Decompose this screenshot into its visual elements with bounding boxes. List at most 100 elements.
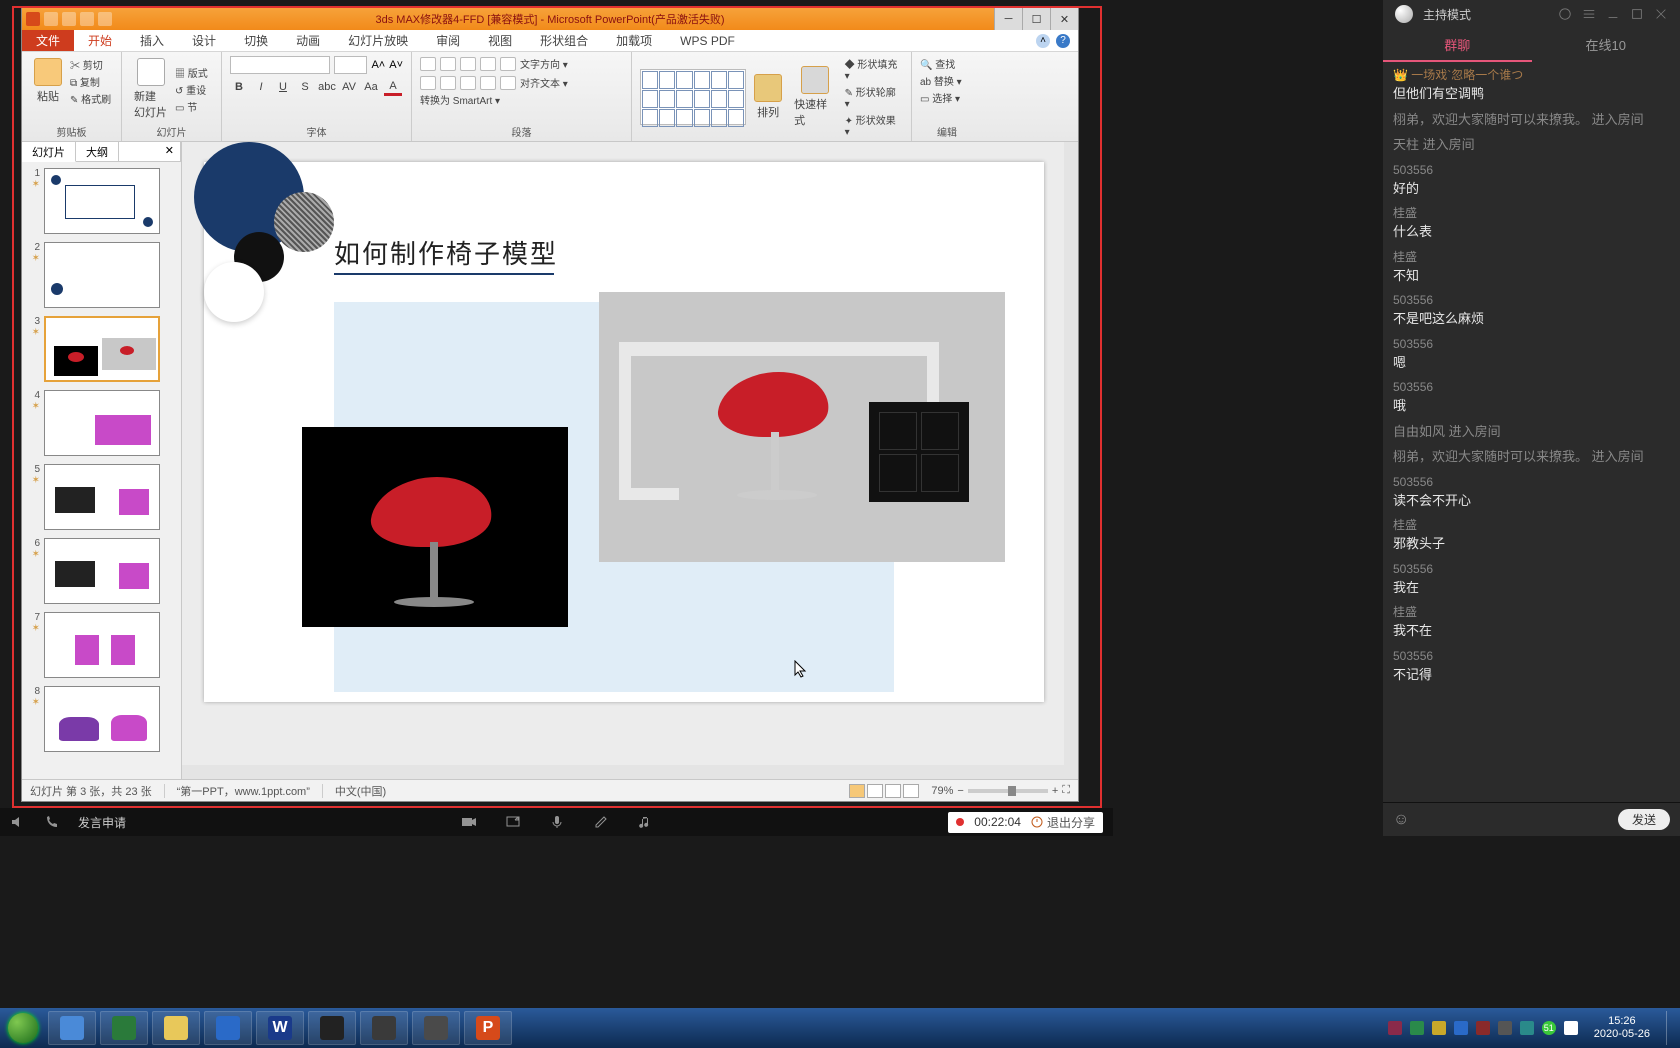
qat-dropdown-icon[interactable] (98, 12, 112, 26)
find-button[interactable]: 🔍 查找 (920, 56, 974, 71)
send-button[interactable]: 发送 (1618, 809, 1670, 830)
tray-icon[interactable] (1520, 1021, 1534, 1035)
start-button[interactable] (0, 1008, 46, 1048)
align-left-button[interactable] (420, 76, 436, 90)
shadow-button[interactable]: abc (318, 78, 336, 96)
phone-icon[interactable] (44, 814, 60, 830)
taskbar-app-6[interactable] (308, 1011, 356, 1045)
tab-file[interactable]: 文件 (22, 30, 74, 51)
shrink-font-icon[interactable]: A˅ (389, 59, 403, 71)
bold-button[interactable]: B (230, 78, 248, 96)
taskbar-app-5[interactable]: W (256, 1011, 304, 1045)
indent-inc-button[interactable] (480, 57, 496, 71)
zoom-out-button[interactable]: − (957, 785, 963, 797)
tray-icon[interactable] (1476, 1021, 1490, 1035)
undo-icon[interactable] (62, 12, 76, 26)
font-family-dropdown[interactable] (230, 56, 330, 74)
slide-editor[interactable]: 如何制作椅子模型 (182, 142, 1078, 779)
camera-icon[interactable] (461, 814, 477, 830)
slide-thumbnail[interactable]: 8✶ (28, 686, 175, 752)
tray-volume-icon[interactable] (1564, 1021, 1578, 1035)
shapes-gallery[interactable] (640, 69, 746, 125)
new-slide-button[interactable]: 新建 幻灯片 (130, 56, 171, 122)
screen-icon[interactable] (505, 814, 521, 830)
numbering-button[interactable] (440, 57, 456, 71)
tab-outline[interactable]: 大纲 (76, 142, 119, 161)
music-icon[interactable] (637, 814, 653, 830)
grow-font-icon[interactable]: A˄ (371, 59, 385, 71)
line-spacing-button[interactable] (500, 57, 516, 71)
copy-button[interactable]: ⧉ 复制 (70, 74, 111, 89)
speaker-icon[interactable] (10, 814, 26, 830)
strike-button[interactable]: S (296, 78, 314, 96)
view-normal-button[interactable] (849, 784, 865, 798)
text-direction-button[interactable]: 文字方向 ▾ (520, 56, 568, 71)
tab-online[interactable]: 在线10 (1532, 28, 1680, 62)
taskbar-app-powerpoint[interactable]: P (464, 1011, 512, 1045)
minimize-icon[interactable] (1606, 7, 1620, 21)
maximize-icon[interactable] (1630, 7, 1644, 21)
shape-outline-button[interactable]: ✎ 形状轮廓 ▾ (845, 84, 903, 110)
tab-slideshow[interactable]: 幻灯片放映 (334, 30, 422, 51)
fit-window-button[interactable]: ⛶ (1062, 784, 1070, 797)
zoom-slider[interactable] (968, 789, 1048, 793)
columns-button[interactable] (500, 76, 516, 90)
bullets-button[interactable] (420, 57, 436, 71)
tab-addins[interactable]: 加载项 (602, 30, 666, 51)
slide-thumbnail[interactable]: 4✶ (28, 390, 175, 456)
tray-icon[interactable]: 51 (1542, 1021, 1556, 1035)
paste-button[interactable]: 粘贴 (30, 56, 66, 106)
slide-image-right[interactable] (599, 292, 1005, 562)
layout-button[interactable]: ▦ 版式 (175, 65, 208, 80)
taskbar-app-7[interactable] (360, 1011, 408, 1045)
ribbon-collapse-icon[interactable]: ˄ (1036, 34, 1050, 48)
char-spacing-button[interactable]: AV (340, 78, 358, 96)
show-desktop-button[interactable] (1666, 1011, 1674, 1045)
tray-icon[interactable] (1388, 1021, 1402, 1035)
slide-thumbnail[interactable]: 7✶ (28, 612, 175, 678)
close-icon[interactable] (1654, 7, 1668, 21)
section-button[interactable]: ▭ 节 (175, 99, 208, 114)
language-status[interactable]: 中文(中国) (335, 783, 386, 799)
reset-button[interactable]: ↺ 重设 (175, 82, 208, 97)
tab-design[interactable]: 设计 (178, 30, 230, 51)
emoji-icon[interactable]: ☺ (1393, 811, 1409, 829)
taskbar-app-3[interactable] (152, 1011, 200, 1045)
taskbar-app-1[interactable] (48, 1011, 96, 1045)
minimize-button[interactable]: ─ (994, 8, 1022, 30)
slide-thumbnail[interactable]: 3✶ (28, 316, 175, 382)
align-center-button[interactable] (440, 76, 456, 90)
italic-button[interactable]: I (252, 78, 270, 96)
quick-styles-button[interactable]: 快速样式 (790, 64, 840, 130)
taskbar-app-8[interactable] (412, 1011, 460, 1045)
tab-thumbnails[interactable]: 幻灯片 (22, 142, 76, 162)
tab-review[interactable]: 审阅 (422, 30, 474, 51)
speak-request-label[interactable]: 发言申请 (78, 814, 126, 831)
font-size-dropdown[interactable] (334, 56, 367, 74)
underline-button[interactable]: U (274, 78, 292, 96)
edit-icon[interactable] (593, 814, 609, 830)
align-right-button[interactable] (460, 76, 476, 90)
taskbar-app-4[interactable] (204, 1011, 252, 1045)
align-text-button[interactable]: 对齐文本 ▾ (520, 75, 568, 90)
select-button[interactable]: ▭ 选择 ▾ (920, 90, 974, 105)
vertical-scrollbar[interactable] (1064, 142, 1078, 779)
tab-group-chat[interactable]: 群聊 (1383, 28, 1532, 62)
indent-dec-button[interactable] (460, 57, 476, 71)
list-icon[interactable] (1582, 7, 1596, 21)
tab-animations[interactable]: 动画 (282, 30, 334, 51)
shape-effects-button[interactable]: ✦ 形状效果 ▾ (845, 112, 903, 138)
replace-button[interactable]: ab 替换 ▾ (920, 73, 974, 88)
close-panel-icon[interactable]: ✕ (159, 142, 181, 161)
change-case-button[interactable]: Aa (362, 78, 380, 96)
slide-thumbnail[interactable]: 5✶ (28, 464, 175, 530)
font-color-button[interactable]: A (384, 78, 402, 96)
arrange-button[interactable]: 排列 (750, 72, 786, 122)
zoom-control[interactable]: 79% − + ⛶ (931, 784, 1070, 797)
help-icon[interactable]: ? (1056, 34, 1070, 48)
tray-icon[interactable] (1410, 1021, 1424, 1035)
maximize-button[interactable]: ☐ (1022, 8, 1050, 30)
view-sorter-button[interactable] (867, 784, 883, 798)
tab-shape-format[interactable]: 形状组合 (526, 30, 602, 51)
slide-thumbnail[interactable]: 1✶ (28, 168, 175, 234)
